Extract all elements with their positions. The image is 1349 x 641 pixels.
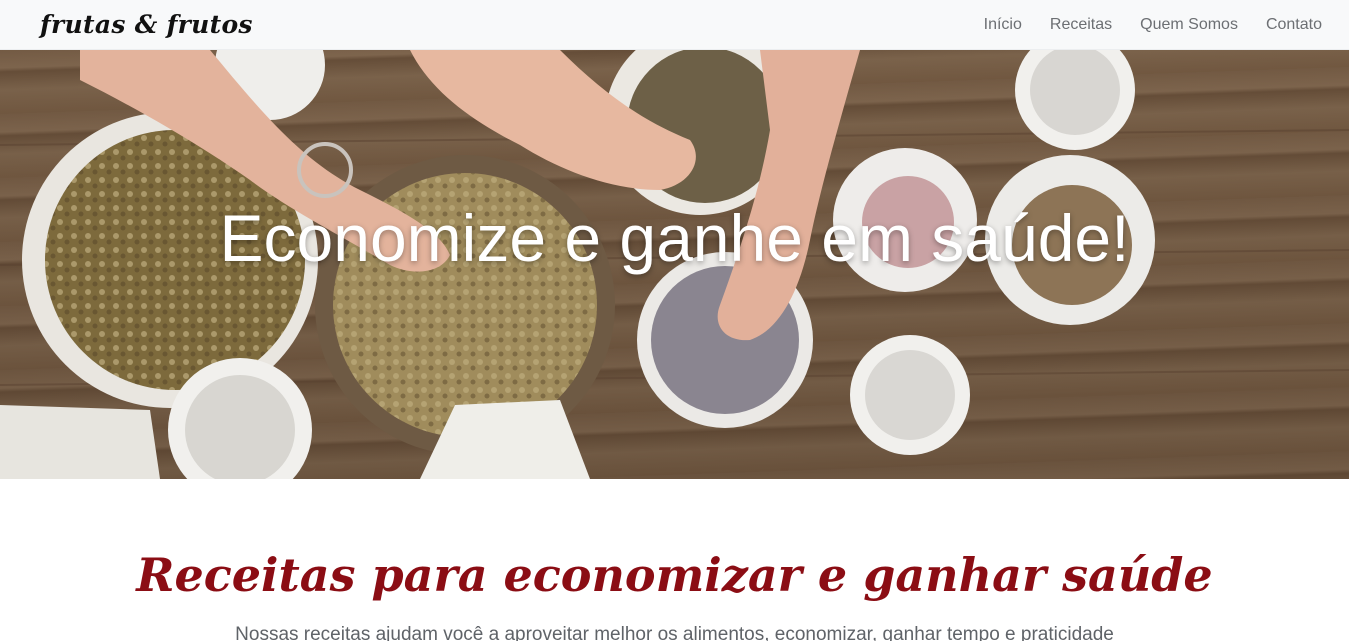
nav-link-receitas[interactable]: Receitas: [1050, 16, 1112, 34]
nav-link-inicio[interactable]: Início: [984, 16, 1022, 34]
recipes-description: Nossas receitas ajudam você a aproveitar…: [235, 624, 1114, 641]
brand-logo[interactable]: frutas & frutos: [40, 10, 253, 39]
nav-link-contato[interactable]: Contato: [1266, 16, 1322, 34]
hero-banner: Economize e ganhe em saúde!: [0, 50, 1349, 479]
recipes-heading: Receitas para economizar e ganhar saúde: [136, 548, 1213, 602]
nav-links: Início Receitas Quem Somos Contato: [956, 0, 1322, 49]
navbar: frutas & frutos Início Receitas Quem Som…: [0, 0, 1349, 50]
nav-link-quem-somos[interactable]: Quem Somos: [1140, 16, 1238, 34]
hero-title: Economize e ganhe em saúde!: [219, 201, 1130, 275]
